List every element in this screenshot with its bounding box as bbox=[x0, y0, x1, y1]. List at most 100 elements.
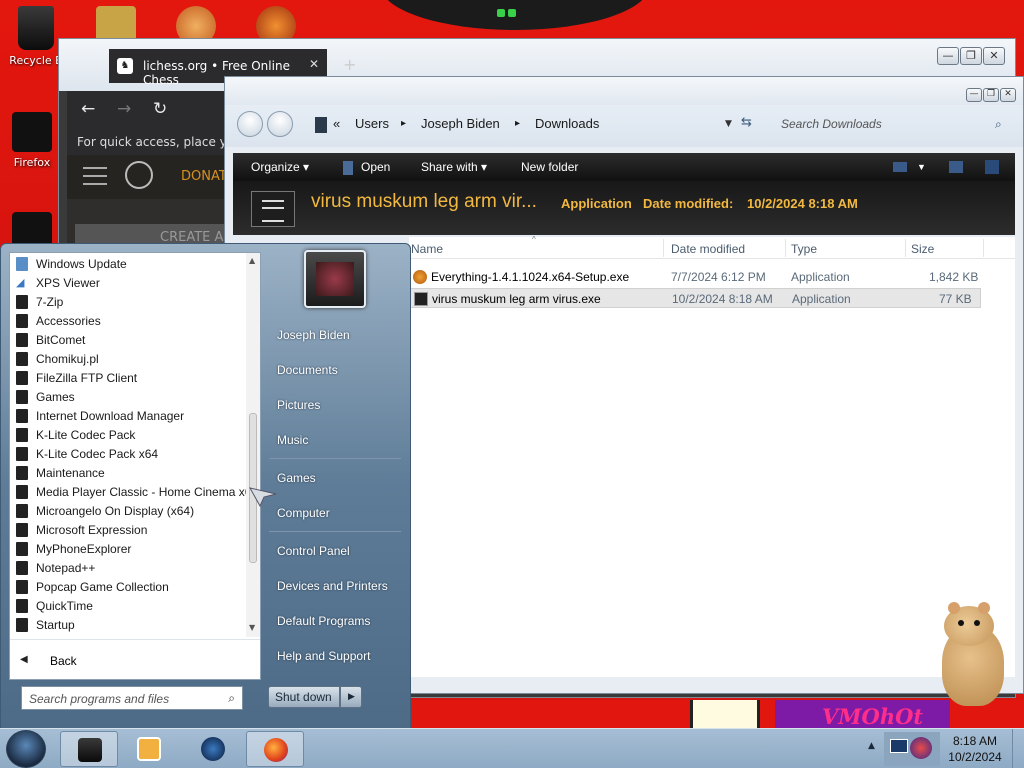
breadcrumb-separator[interactable]: ▸ bbox=[401, 118, 406, 129]
desktop-icon-firefox[interactable]: Firefox bbox=[0, 112, 64, 169]
start-link-games[interactable]: Games bbox=[277, 471, 316, 485]
start-link-user[interactable]: Joseph Biden bbox=[277, 328, 350, 342]
program-label: 7-Zip bbox=[36, 295, 64, 309]
scroll-up-icon[interactable]: ▲ bbox=[249, 256, 255, 265]
maximize-button[interactable]: ❐ bbox=[983, 88, 999, 102]
organize-menu[interactable]: Organize ▾ bbox=[251, 160, 309, 174]
details-date: 10/2/2024 8:18 AM bbox=[747, 196, 858, 211]
column-divider[interactable] bbox=[983, 239, 984, 257]
view-dropdown-icon[interactable]: ▼ bbox=[917, 162, 926, 172]
show-desktop-button[interactable] bbox=[1012, 729, 1024, 768]
start-link-default-programs[interactable]: Default Programs bbox=[277, 614, 370, 628]
start-button[interactable] bbox=[6, 730, 46, 768]
details-filename: virus muskum leg arm vir... bbox=[311, 191, 537, 212]
file-list[interactable]: Name ^ Date modified Type Size Everythin… bbox=[409, 235, 1015, 677]
taskbar-item-globe[interactable] bbox=[184, 731, 242, 767]
donate-link[interactable]: DONAT bbox=[181, 169, 227, 184]
breadcrumb-separator[interactable]: ▸ bbox=[515, 118, 520, 129]
column-size[interactable]: Size bbox=[911, 242, 934, 256]
show-hidden-icons-icon[interactable]: ▲ bbox=[868, 741, 875, 751]
explorer-titlebar[interactable] bbox=[225, 77, 1023, 105]
taskbar-item-explorer[interactable] bbox=[60, 731, 118, 767]
back-button[interactable] bbox=[237, 111, 263, 137]
taskbar-item-firefox[interactable] bbox=[246, 731, 304, 767]
column-divider[interactable] bbox=[905, 239, 906, 257]
tab-close-icon[interactable]: ✕ bbox=[309, 57, 319, 71]
forward-button[interactable] bbox=[267, 111, 293, 137]
refresh-icon[interactable]: ⇆ bbox=[741, 115, 752, 130]
file-row[interactable]: Everything-1.4.1.1024.x64-Setup.exe 7/7/… bbox=[409, 267, 981, 287]
start-link-music[interactable]: Music bbox=[277, 433, 308, 447]
new-tab-button[interactable]: + bbox=[343, 55, 356, 74]
close-button[interactable]: ✕ bbox=[1000, 88, 1016, 102]
column-divider[interactable] bbox=[663, 239, 664, 257]
menu-separator bbox=[269, 458, 401, 459]
scroll-down-icon[interactable]: ▼ bbox=[249, 623, 255, 632]
breadcrumb-downloads[interactable]: Downloads bbox=[535, 116, 599, 131]
wallpaper-dots bbox=[497, 6, 527, 17]
desktop-icon-label: Recycle B bbox=[9, 54, 63, 67]
network-icon[interactable] bbox=[890, 739, 908, 753]
recycle-bin-icon bbox=[18, 6, 54, 50]
close-button[interactable]: ✕ bbox=[983, 47, 1005, 65]
start-link-pictures[interactable]: Pictures bbox=[277, 398, 320, 412]
file-row-selected[interactable]: virus muskum leg arm virus.exe 10/2/2024… bbox=[409, 288, 981, 308]
hamster-desktop-pet[interactable] bbox=[930, 602, 1016, 708]
hamburger-menu-icon[interactable] bbox=[83, 167, 107, 185]
folder-icon bbox=[16, 580, 28, 594]
hamster-ear bbox=[948, 602, 960, 614]
file-date: 10/2/2024 8:18 AM bbox=[672, 292, 773, 306]
column-type[interactable]: Type bbox=[791, 242, 817, 256]
view-options-icon[interactable] bbox=[893, 162, 907, 172]
folder-icon bbox=[16, 428, 28, 442]
address-bar[interactable]: « Users ▸ Joseph Biden ▸ Downloads bbox=[315, 113, 775, 137]
folder-icon bbox=[16, 599, 28, 613]
search-input[interactable]: Search Downloads bbox=[773, 113, 1013, 137]
shutdown-options-icon[interactable]: ▶ bbox=[340, 686, 362, 708]
share-with-menu[interactable]: Share with ▾ bbox=[421, 160, 487, 174]
open-button[interactable]: Open bbox=[361, 160, 390, 174]
windows-update-icon bbox=[16, 257, 28, 271]
start-link-computer[interactable]: Computer bbox=[277, 506, 330, 520]
system-clock[interactable]: 8:18 AM 10/2/2024 bbox=[940, 733, 1010, 765]
address-history-dropdown-icon[interactable]: ▼ bbox=[725, 119, 732, 129]
minimize-button[interactable]: — bbox=[937, 47, 959, 65]
minimize-button[interactable]: — bbox=[966, 88, 982, 102]
folder-icon bbox=[16, 466, 28, 480]
column-date-modified[interactable]: Date modified bbox=[671, 242, 745, 256]
breadcrumb-users[interactable]: Users bbox=[355, 116, 389, 131]
window-controls: — ❐ ✕ bbox=[936, 47, 1005, 65]
forward-button[interactable]: → bbox=[117, 99, 131, 119]
back-button[interactable]: ◀ Back bbox=[10, 639, 260, 679]
breadcrumb-overflow[interactable]: « bbox=[333, 116, 340, 131]
search-placeholder: Search programs and files bbox=[29, 692, 170, 706]
column-divider[interactable] bbox=[785, 239, 786, 257]
new-folder-button[interactable]: New folder bbox=[521, 160, 578, 174]
back-button[interactable]: ← bbox=[81, 99, 95, 119]
lichess-logo-icon[interactable] bbox=[125, 161, 153, 189]
start-search-input[interactable]: Search programs and files ⌕ bbox=[21, 686, 243, 710]
folder-icon bbox=[16, 352, 28, 366]
command-bar: Organize ▾ Open Share with ▾ New folder … bbox=[233, 153, 1015, 181]
programs-scrollbar[interactable]: ▲ ▼ bbox=[246, 253, 260, 637]
maximize-button[interactable]: ❐ bbox=[960, 47, 982, 65]
dark-window-icon bbox=[78, 738, 102, 762]
start-link-control-panel[interactable]: Control Panel bbox=[277, 544, 350, 558]
preview-pane-icon[interactable] bbox=[949, 161, 963, 173]
search-icon[interactable]: ⌕ bbox=[228, 691, 235, 706]
column-name[interactable]: Name bbox=[411, 242, 443, 256]
user-picture[interactable] bbox=[304, 250, 366, 308]
start-link-help-support[interactable]: Help and Support bbox=[277, 649, 370, 663]
start-link-documents[interactable]: Documents bbox=[277, 363, 338, 377]
help-icon[interactable] bbox=[985, 160, 999, 174]
program-label: BitComet bbox=[36, 333, 86, 347]
taskbar-item-media-player[interactable] bbox=[120, 731, 178, 767]
breadcrumb-user[interactable]: Joseph Biden bbox=[421, 116, 500, 131]
tray-app-icon[interactable] bbox=[910, 737, 932, 759]
search-icon[interactable]: ⌕ bbox=[995, 117, 1002, 132]
program-label: Windows Update bbox=[36, 257, 127, 271]
start-link-devices-printers[interactable]: Devices and Printers bbox=[277, 579, 388, 593]
shutdown-button[interactable]: Shut down bbox=[268, 686, 340, 708]
reload-button[interactable]: ↻ bbox=[153, 99, 167, 119]
wallpaper-text: VMOhOt bbox=[822, 704, 924, 728]
